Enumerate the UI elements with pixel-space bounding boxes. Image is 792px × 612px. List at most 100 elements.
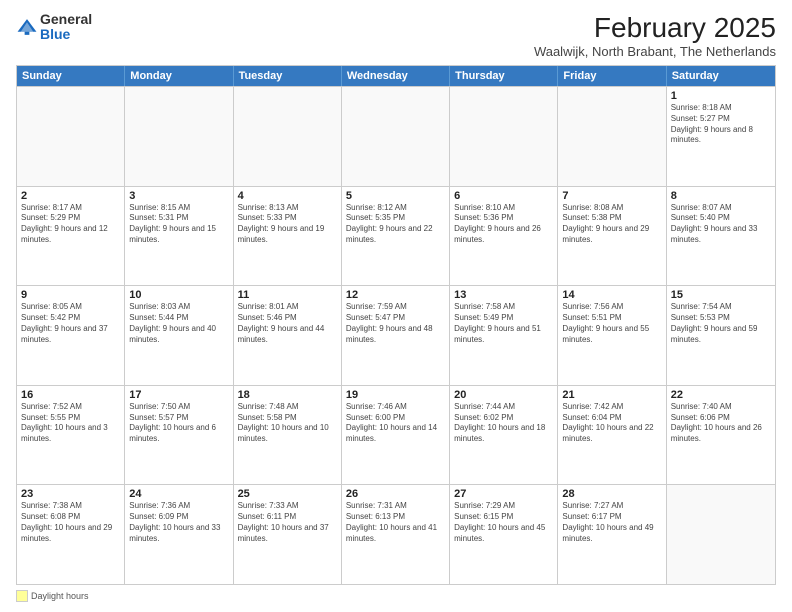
day-info: Sunrise: 7:33 AM Sunset: 6:11 PM Dayligh…	[238, 501, 337, 544]
month-title: February 2025	[534, 12, 776, 44]
cal-cell: 7Sunrise: 8:08 AM Sunset: 5:38 PM Daylig…	[558, 187, 666, 286]
header: General Blue February 2025 Waalwijk, Nor…	[16, 12, 776, 59]
day-number: 24	[129, 488, 228, 500]
cal-cell	[450, 87, 558, 186]
day-number: 27	[454, 488, 553, 500]
cal-cell: 27Sunrise: 7:29 AM Sunset: 6:15 PM Dayli…	[450, 485, 558, 584]
day-number: 7	[562, 190, 661, 202]
cal-row: 2Sunrise: 8:17 AM Sunset: 5:29 PM Daylig…	[17, 186, 775, 286]
cal-cell: 18Sunrise: 7:48 AM Sunset: 5:58 PM Dayli…	[234, 386, 342, 485]
day-info: Sunrise: 7:59 AM Sunset: 5:47 PM Dayligh…	[346, 302, 445, 345]
cal-row: 16Sunrise: 7:52 AM Sunset: 5:55 PM Dayli…	[17, 385, 775, 485]
day-info: Sunrise: 7:27 AM Sunset: 6:17 PM Dayligh…	[562, 501, 661, 544]
cal-cell: 21Sunrise: 7:42 AM Sunset: 6:04 PM Dayli…	[558, 386, 666, 485]
day-info: Sunrise: 8:13 AM Sunset: 5:33 PM Dayligh…	[238, 203, 337, 246]
day-number: 10	[129, 289, 228, 301]
cal-header-cell: Monday	[125, 66, 233, 86]
day-number: 26	[346, 488, 445, 500]
day-info: Sunrise: 7:40 AM Sunset: 6:06 PM Dayligh…	[671, 402, 771, 445]
cal-cell: 24Sunrise: 7:36 AM Sunset: 6:09 PM Dayli…	[125, 485, 233, 584]
cal-cell	[667, 485, 775, 584]
day-number: 18	[238, 389, 337, 401]
cal-cell: 23Sunrise: 7:38 AM Sunset: 6:08 PM Dayli…	[17, 485, 125, 584]
cal-cell: 14Sunrise: 7:56 AM Sunset: 5:51 PM Dayli…	[558, 286, 666, 385]
cal-row: 23Sunrise: 7:38 AM Sunset: 6:08 PM Dayli…	[17, 484, 775, 584]
cal-cell: 9Sunrise: 8:05 AM Sunset: 5:42 PM Daylig…	[17, 286, 125, 385]
calendar-header: SundayMondayTuesdayWednesdayThursdayFrid…	[17, 66, 775, 86]
day-info: Sunrise: 7:50 AM Sunset: 5:57 PM Dayligh…	[129, 402, 228, 445]
cal-cell: 12Sunrise: 7:59 AM Sunset: 5:47 PM Dayli…	[342, 286, 450, 385]
cal-cell: 28Sunrise: 7:27 AM Sunset: 6:17 PM Dayli…	[558, 485, 666, 584]
day-number: 11	[238, 289, 337, 301]
logo-icon	[16, 16, 38, 38]
day-number: 12	[346, 289, 445, 301]
day-info: Sunrise: 7:29 AM Sunset: 6:15 PM Dayligh…	[454, 501, 553, 544]
cal-cell: 11Sunrise: 8:01 AM Sunset: 5:46 PM Dayli…	[234, 286, 342, 385]
day-info: Sunrise: 7:42 AM Sunset: 6:04 PM Dayligh…	[562, 402, 661, 445]
legend-label: Daylight hours	[31, 591, 89, 601]
logo-general-text: General	[40, 12, 92, 27]
page: General Blue February 2025 Waalwijk, Nor…	[0, 0, 792, 612]
title-block: February 2025 Waalwijk, North Brabant, T…	[534, 12, 776, 59]
day-number: 22	[671, 389, 771, 401]
legend-item: Daylight hours	[16, 590, 89, 602]
day-number: 15	[671, 289, 771, 301]
cal-cell: 15Sunrise: 7:54 AM Sunset: 5:53 PM Dayli…	[667, 286, 775, 385]
day-number: 16	[21, 389, 120, 401]
day-number: 14	[562, 289, 661, 301]
cal-header-cell: Sunday	[17, 66, 125, 86]
cal-cell: 1Sunrise: 8:18 AM Sunset: 5:27 PM Daylig…	[667, 87, 775, 186]
day-number: 8	[671, 190, 771, 202]
day-number: 23	[21, 488, 120, 500]
day-number: 28	[562, 488, 661, 500]
cal-header-cell: Saturday	[667, 66, 775, 86]
cal-header-cell: Thursday	[450, 66, 558, 86]
cal-cell	[558, 87, 666, 186]
day-info: Sunrise: 8:10 AM Sunset: 5:36 PM Dayligh…	[454, 203, 553, 246]
day-info: Sunrise: 8:05 AM Sunset: 5:42 PM Dayligh…	[21, 302, 120, 345]
cal-header-cell: Friday	[558, 66, 666, 86]
day-info: Sunrise: 7:46 AM Sunset: 6:00 PM Dayligh…	[346, 402, 445, 445]
day-number: 2	[21, 190, 120, 202]
day-info: Sunrise: 7:56 AM Sunset: 5:51 PM Dayligh…	[562, 302, 661, 345]
day-info: Sunrise: 7:58 AM Sunset: 5:49 PM Dayligh…	[454, 302, 553, 345]
cal-cell: 26Sunrise: 7:31 AM Sunset: 6:13 PM Dayli…	[342, 485, 450, 584]
footer: Daylight hours	[16, 590, 776, 602]
day-number: 17	[129, 389, 228, 401]
cal-cell	[17, 87, 125, 186]
day-info: Sunrise: 7:36 AM Sunset: 6:09 PM Dayligh…	[129, 501, 228, 544]
day-info: Sunrise: 7:54 AM Sunset: 5:53 PM Dayligh…	[671, 302, 771, 345]
cal-cell: 4Sunrise: 8:13 AM Sunset: 5:33 PM Daylig…	[234, 187, 342, 286]
cal-header-cell: Tuesday	[234, 66, 342, 86]
location-title: Waalwijk, North Brabant, The Netherlands	[534, 44, 776, 59]
day-number: 5	[346, 190, 445, 202]
cal-cell: 2Sunrise: 8:17 AM Sunset: 5:29 PM Daylig…	[17, 187, 125, 286]
cal-header-cell: Wednesday	[342, 66, 450, 86]
cal-cell: 25Sunrise: 7:33 AM Sunset: 6:11 PM Dayli…	[234, 485, 342, 584]
cal-cell	[342, 87, 450, 186]
logo-blue-text: Blue	[40, 27, 92, 42]
cal-cell: 22Sunrise: 7:40 AM Sunset: 6:06 PM Dayli…	[667, 386, 775, 485]
day-info: Sunrise: 8:07 AM Sunset: 5:40 PM Dayligh…	[671, 203, 771, 246]
day-info: Sunrise: 8:18 AM Sunset: 5:27 PM Dayligh…	[671, 103, 771, 146]
day-number: 25	[238, 488, 337, 500]
day-number: 1	[671, 90, 771, 102]
cal-cell: 17Sunrise: 7:50 AM Sunset: 5:57 PM Dayli…	[125, 386, 233, 485]
day-number: 4	[238, 190, 337, 202]
cal-cell: 5Sunrise: 8:12 AM Sunset: 5:35 PM Daylig…	[342, 187, 450, 286]
day-info: Sunrise: 8:17 AM Sunset: 5:29 PM Dayligh…	[21, 203, 120, 246]
day-info: Sunrise: 7:48 AM Sunset: 5:58 PM Dayligh…	[238, 402, 337, 445]
day-number: 21	[562, 389, 661, 401]
legend-box	[16, 590, 28, 602]
cal-cell	[125, 87, 233, 186]
cal-cell: 19Sunrise: 7:46 AM Sunset: 6:00 PM Dayli…	[342, 386, 450, 485]
day-number: 13	[454, 289, 553, 301]
day-number: 6	[454, 190, 553, 202]
day-info: Sunrise: 7:52 AM Sunset: 5:55 PM Dayligh…	[21, 402, 120, 445]
cal-cell: 10Sunrise: 8:03 AM Sunset: 5:44 PM Dayli…	[125, 286, 233, 385]
day-info: Sunrise: 7:38 AM Sunset: 6:08 PM Dayligh…	[21, 501, 120, 544]
day-number: 20	[454, 389, 553, 401]
day-info: Sunrise: 7:44 AM Sunset: 6:02 PM Dayligh…	[454, 402, 553, 445]
cal-cell: 13Sunrise: 7:58 AM Sunset: 5:49 PM Dayli…	[450, 286, 558, 385]
cal-row: 9Sunrise: 8:05 AM Sunset: 5:42 PM Daylig…	[17, 285, 775, 385]
